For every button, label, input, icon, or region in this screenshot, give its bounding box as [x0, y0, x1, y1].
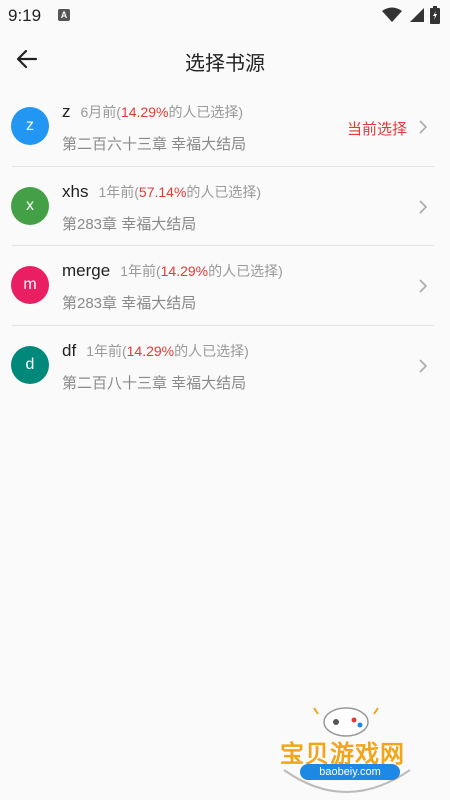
source-updated: 1年前( [86, 342, 127, 359]
source-percentage: 14.29% [120, 104, 169, 120]
status-time: 9:19 [8, 6, 42, 25]
source-selected-suffix: 的人已选择) [174, 342, 249, 359]
source-chapter: 第283章 幸福大结局 [62, 215, 197, 233]
watermark: 宝贝游戏网 baobeiy.com [274, 704, 418, 796]
source-name: merge [62, 261, 111, 280]
source-item[interactable]: x xhs 1年前(57.14%的人已选择) 第283章 幸福大结局 [0, 167, 450, 246]
source-selected-suffix: 的人已选择) [186, 183, 262, 200]
source-updated: 1年前( [120, 263, 161, 279]
source-avatar: x [11, 186, 49, 225]
source-updated: 1年前( [98, 183, 139, 200]
source-item[interactable]: m merge 1年前(14.29%的人已选择) 第283章 幸福大结局 [0, 246, 450, 326]
source-avatar: m [11, 266, 49, 304]
source-chapter: 第二百六十三章 幸福大结局 [62, 136, 247, 153]
page-title: 选择书源 [185, 53, 265, 75]
notification-icon: A [58, 9, 70, 21]
status-bar: 9:19 A [0, 0, 450, 32]
source-updated: 6月前( [80, 104, 121, 120]
source-selected-suffix: 的人已选择) [168, 104, 244, 120]
app-bar: 选择书源 [0, 32, 450, 88]
source-name: z [62, 102, 71, 121]
source-list: z z 6月前(14.29%的人已选择) 第二百六十三章 幸福大结局 当前选择 … [0, 87, 450, 405]
chevron-right-icon [419, 358, 428, 373]
source-name: xhs [62, 181, 89, 201]
source-selected-suffix: 的人已选择) [208, 263, 283, 279]
source-percentage: 14.29% [160, 263, 209, 279]
current-selection-tag: 当前选择 [346, 121, 407, 138]
chevron-right-icon [419, 120, 428, 134]
wifi-icon [382, 7, 402, 22]
source-item[interactable]: d df 1年前(14.29%的人已选择) 第二百八十三章 幸福大结局 [0, 326, 450, 406]
source-chapter: 第283章 幸福大结局 [62, 295, 197, 312]
status-icons [382, 6, 440, 24]
source-item[interactable]: z z 6月前(14.29%的人已选择) 第二百六十三章 幸福大结局 当前选择 [0, 87, 450, 167]
chevron-right-icon [419, 199, 428, 214]
source-name: df [62, 340, 77, 360]
chevron-right-icon [419, 279, 428, 293]
source-percentage: 14.29% [126, 342, 175, 359]
source-avatar: z [11, 107, 49, 145]
source-percentage: 57.14% [138, 183, 187, 200]
signal-icon [410, 8, 424, 22]
source-chapter: 第二百八十三章 幸福大结局 [62, 374, 247, 392]
source-avatar: d [11, 345, 49, 384]
watermark-url: baobeiy.com [300, 764, 400, 780]
battery-icon [430, 6, 440, 24]
